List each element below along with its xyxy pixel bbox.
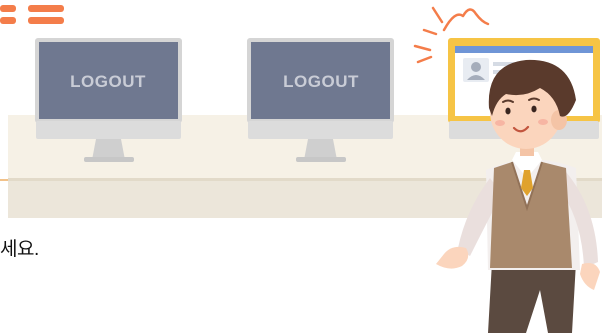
monitor-2-screen-text: LOGOUT bbox=[283, 72, 359, 91]
monitor-1-screen-text: LOGOUT bbox=[70, 72, 146, 91]
title-fragment-decoration bbox=[0, 5, 64, 24]
caption-text: 세요. bbox=[0, 239, 39, 260]
